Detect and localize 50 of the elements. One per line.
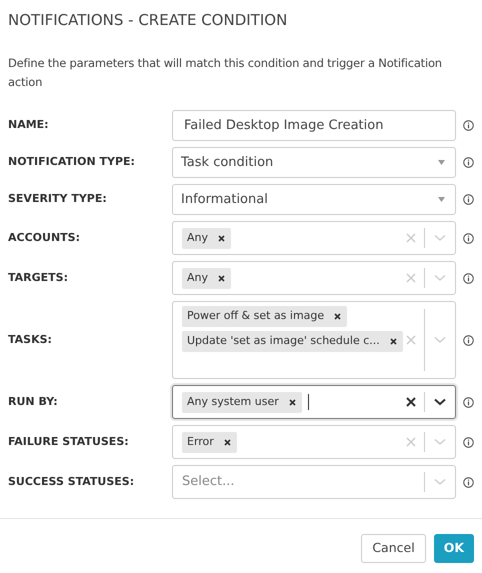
field-label: RUN BY: xyxy=(8,394,59,410)
clear-icon[interactable] xyxy=(406,397,416,407)
remove-icon[interactable] xyxy=(218,234,226,242)
tag-chip: Power off & set as image xyxy=(182,306,348,327)
tag-chip: Update 'set as image' schedule c... xyxy=(182,331,403,352)
field-label: TASKS: xyxy=(8,332,53,348)
text-cursor xyxy=(308,394,309,410)
chevron-down-icon[interactable] xyxy=(434,398,446,406)
field-label: TARGETS: xyxy=(8,270,70,286)
remove-icon[interactable] xyxy=(288,398,296,406)
info-icon[interactable] xyxy=(463,436,474,448)
remove-icon[interactable] xyxy=(390,338,397,345)
info-icon[interactable] xyxy=(463,120,474,131)
info-icon[interactable] xyxy=(463,194,474,205)
multi-select-field[interactable]: Power off & set as image Update 'set as image' schedule c... xyxy=(172,301,456,379)
multi-select-field[interactable]: Select... xyxy=(172,465,456,499)
field-label: NOTIFICATION TYPE: xyxy=(8,154,136,170)
field-label: ACCOUNTS: xyxy=(8,230,81,246)
info-icon[interactable] xyxy=(463,232,474,244)
remove-icon[interactable] xyxy=(218,274,226,282)
tag-chip: Any system user xyxy=(182,392,302,412)
multi-select-field[interactable]: Any system user xyxy=(172,385,456,419)
remove-icon[interactable] xyxy=(334,313,342,320)
info-icon[interactable] xyxy=(463,396,474,408)
description-text: Define the parameters that will match this condition and trigger a Notification action xyxy=(7,55,443,91)
select-value: Task condition xyxy=(181,154,274,172)
dropdown-field[interactable]: Informational xyxy=(172,184,456,215)
info-icon[interactable] xyxy=(463,157,474,168)
select-value: Informational xyxy=(181,190,268,209)
caret-down-icon xyxy=(438,160,445,165)
multi-select-field[interactable]: Any xyxy=(172,261,456,295)
info-icon[interactable] xyxy=(463,272,474,284)
dialog-title: NOTIFICATIONS - CREATE CONDITION xyxy=(7,10,288,31)
field-label: NAME: xyxy=(8,117,50,134)
remove-icon[interactable] xyxy=(224,438,231,446)
dropdown-field[interactable]: Task condition xyxy=(172,147,456,178)
info-icon[interactable] xyxy=(463,334,474,346)
text-field[interactable]: Failed Desktop Image Creation xyxy=(172,110,456,141)
tag-chip: Any xyxy=(182,268,232,288)
multi-select-field[interactable]: Any xyxy=(172,221,456,255)
cancel-button[interactable]: Cancel xyxy=(361,534,426,563)
field-label: SEVERITY TYPE: xyxy=(8,191,108,208)
tag-chip: Any xyxy=(182,228,232,248)
tag-chip: Error xyxy=(182,432,237,452)
info-icon[interactable] xyxy=(463,476,474,488)
multi-select-field[interactable]: Error xyxy=(172,425,456,459)
placeholder-text: Select... xyxy=(182,473,235,492)
field-label: SUCCESS STATUSES: xyxy=(8,474,136,490)
field-label: FAILURE STATUSES: xyxy=(8,434,130,450)
caret-down-icon xyxy=(438,197,445,202)
